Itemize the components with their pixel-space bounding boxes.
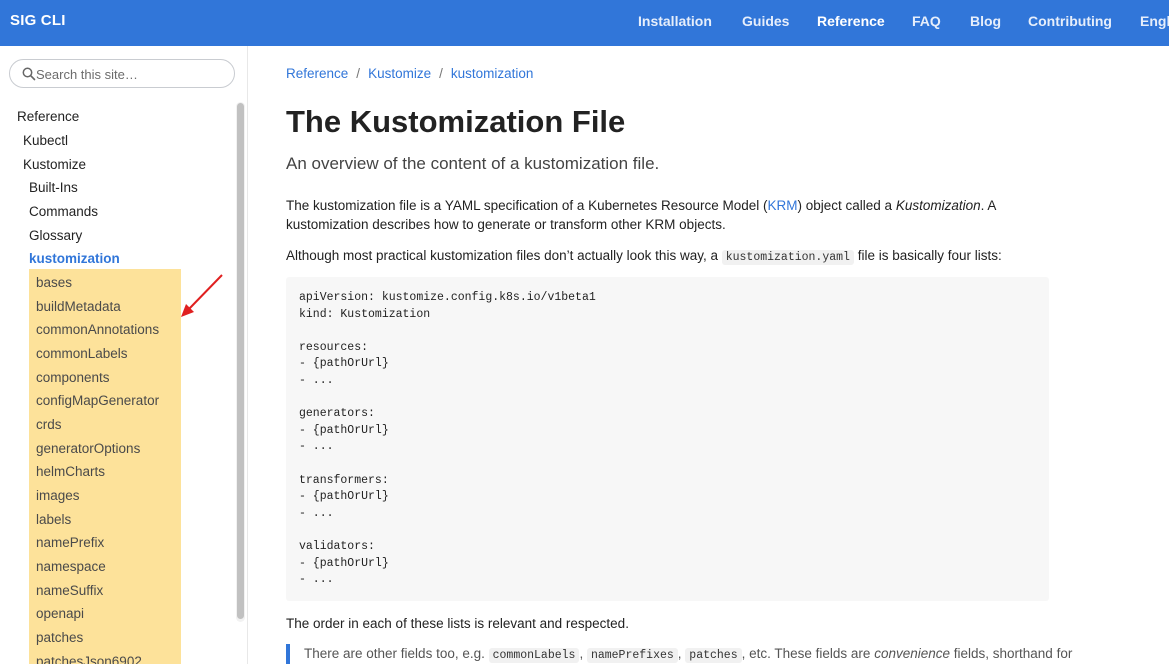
inline-code: kustomization.yaml <box>721 250 854 265</box>
sidebar-item-kustomize[interactable]: Kustomize <box>23 157 86 172</box>
sidebar-subitem-nameprefix[interactable]: namePrefix <box>36 535 104 550</box>
sidebar-subitem-components[interactable]: components <box>36 370 110 385</box>
inline-code: namePrefixes <box>586 648 678 663</box>
sidebar-subitem-patches[interactable]: patches <box>36 630 83 645</box>
sidebar-item-reference[interactable]: Reference <box>17 109 79 124</box>
nav-installation[interactable]: Installation <box>638 13 712 29</box>
sidebar-scrollbar-thumb[interactable] <box>237 103 244 619</box>
nav-guides[interactable]: Guides <box>742 13 789 29</box>
order-paragraph: The order in each of these lists is rele… <box>286 616 629 631</box>
sidebar-subitem-patchesjson6902[interactable]: patchesJson6902 <box>36 654 142 664</box>
sidebar-subitem-namesuffix[interactable]: nameSuffix <box>36 583 103 598</box>
sidebar-subitem-crds[interactable]: crds <box>36 417 62 432</box>
breadcrumb-separator: / <box>356 66 361 81</box>
sidebar-item-built-ins[interactable]: Built-Ins <box>29 180 78 195</box>
sidebar-subitem-buildmetadata[interactable]: buildMetadata <box>36 299 121 314</box>
sidebar: Reference Kubectl Kustomize Built-Ins Co… <box>0 46 248 664</box>
sidebar-subitem-labels[interactable]: labels <box>36 512 71 527</box>
intro-paragraph: The kustomization file is a YAML specifi… <box>286 198 996 232</box>
sidebar-subitem-helmcharts[interactable]: helmCharts <box>36 464 105 479</box>
lists-paragraph: Although most practical kustomization fi… <box>286 248 1002 265</box>
nav-reference[interactable]: Reference <box>817 13 885 29</box>
breadcrumb-kustomize[interactable]: Kustomize <box>368 66 431 81</box>
nav-faq[interactable]: FAQ <box>912 13 941 29</box>
sidebar-subitem-generatoroptions[interactable]: generatorOptions <box>36 441 140 456</box>
breadcrumb-kustomization[interactable]: kustomization <box>451 66 534 81</box>
krm-link[interactable]: KRM <box>768 198 798 213</box>
nav-language[interactable]: Engl <box>1140 13 1169 29</box>
sidebar-subitem-configmapgenerator[interactable]: configMapGenerator <box>36 393 159 408</box>
red-arrow-annotation <box>181 274 223 317</box>
note-text: There are other fields too, e.g. commonL… <box>304 646 1073 663</box>
code-content: apiVersion: kustomize.config.k8s.io/v1be… <box>299 291 596 587</box>
sidebar-subitem-commonannotations[interactable]: commonAnnotations <box>36 322 159 337</box>
breadcrumb: Reference / Kustomize / kustomization <box>286 66 533 81</box>
main-content: Reference / Kustomize / kustomization The Ku… <box>248 46 1169 664</box>
nav-blog[interactable]: Blog <box>970 13 1001 29</box>
sidebar-subitem-bases[interactable]: bases <box>36 275 72 290</box>
brand-logo-link[interactable]: SIG CLI <box>10 12 66 29</box>
sidebar-item-kubectl[interactable]: Kubectl <box>23 133 68 148</box>
breadcrumb-separator: / <box>439 66 443 81</box>
page-title: The Kustomization File <box>286 104 626 139</box>
search-icon <box>22 67 36 81</box>
sidebar-item-commands[interactable]: Commands <box>29 204 98 219</box>
code-block: apiVersion: kustomize.config.k8s.io/v1be… <box>286 277 1049 601</box>
inline-code: patches <box>685 648 742 663</box>
sidebar-item-kustomization[interactable]: kustomization <box>29 251 120 266</box>
breadcrumb-reference[interactable]: Reference <box>286 66 348 81</box>
nav-contributing[interactable]: Contributing <box>1028 13 1112 29</box>
sidebar-subitem-commonlabels[interactable]: commonLabels <box>36 346 128 361</box>
inline-code: commonLabels <box>488 648 580 663</box>
top-navbar: SIG CLI Installation Guides Reference FA… <box>0 0 1169 46</box>
note-blockquote: There are other fields too, e.g. commonL… <box>286 644 1072 664</box>
sidebar-item-glossary[interactable]: Glossary <box>29 228 82 243</box>
sidebar-subitem-images[interactable]: images <box>36 488 80 503</box>
page-lead: An overview of the content of a kustomiz… <box>286 154 660 173</box>
search-input[interactable] <box>36 64 226 84</box>
search-box <box>9 59 235 88</box>
sidebar-subitem-openapi[interactable]: openapi <box>36 606 84 621</box>
sidebar-subitem-namespace[interactable]: namespace <box>36 559 106 574</box>
